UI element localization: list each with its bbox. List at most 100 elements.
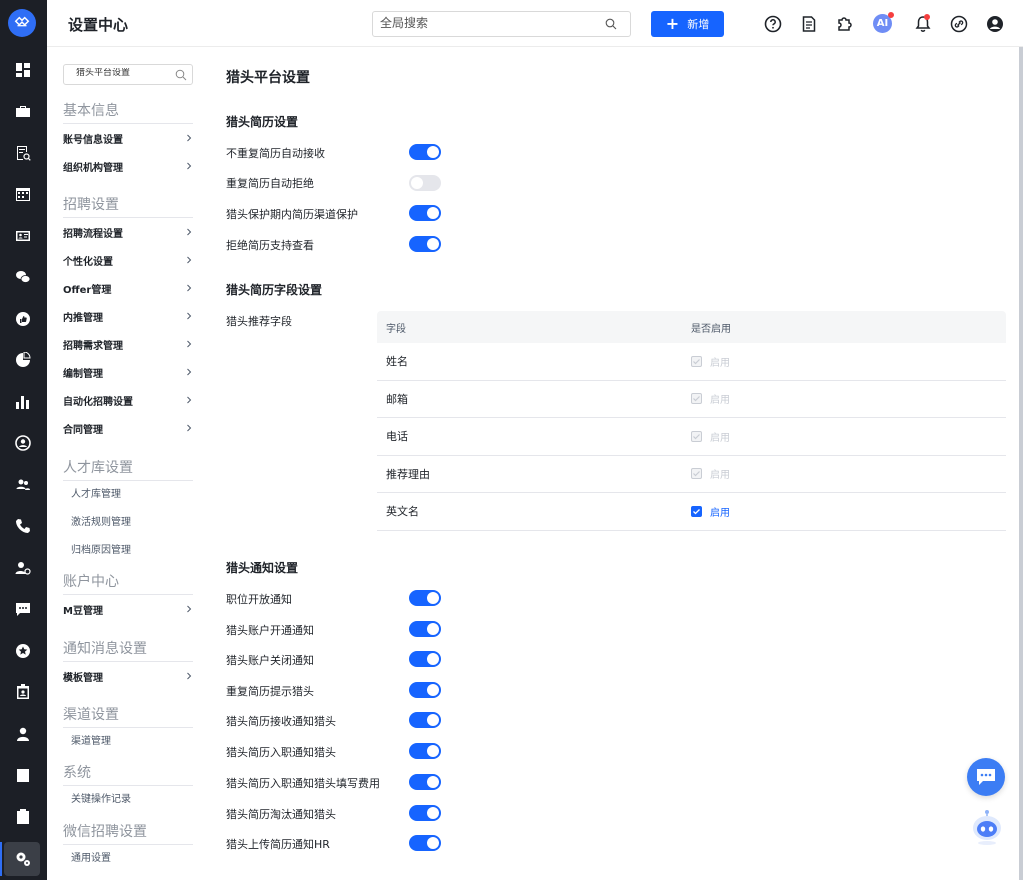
document-list-icon[interactable] <box>14 808 31 825</box>
sidebar-item-label: 招聘流程设置 <box>63 228 123 240</box>
toggle-switch[interactable] <box>409 236 441 252</box>
chevron-right-icon <box>187 368 192 376</box>
field-name: 推荐理由 <box>386 467 430 481</box>
setting-label: 猎头简历接收通知猎头 <box>226 715 336 728</box>
wechat-icon[interactable] <box>14 268 31 285</box>
sidebar-item-mbean[interactable]: M豆管理 <box>63 600 193 618</box>
robot-assistant-button[interactable] <box>970 808 1004 846</box>
badge-icon[interactable] <box>14 683 31 700</box>
sidebar-item-activation[interactable]: 激活规则管理 <box>71 513 131 528</box>
column-header: 是否启用 <box>691 323 731 335</box>
sidebar-item-general[interactable]: 通用设置 <box>71 849 111 864</box>
toggle-switch[interactable] <box>409 621 441 637</box>
robot-icon <box>973 810 1001 845</box>
global-search[interactable] <box>372 11 631 37</box>
chat-support-button[interactable] <box>967 758 1005 796</box>
page-header-title: 设置中心 <box>68 16 129 34</box>
plugin-icon[interactable] <box>835 14 854 33</box>
field-name: 英文名 <box>386 505 419 519</box>
toggle-switch[interactable] <box>409 712 441 728</box>
enable-label[interactable]: 启用 <box>710 504 730 519</box>
recommend-fields-label: 猎头推荐字段 <box>226 315 292 328</box>
sidebar-search-input[interactable] <box>76 68 171 78</box>
logo-icon <box>14 16 30 27</box>
document-icon[interactable] <box>799 14 818 33</box>
thumb-up-icon[interactable] <box>14 310 31 327</box>
toggle-switch[interactable] <box>409 205 441 221</box>
user-settings-icon[interactable] <box>14 559 31 576</box>
phone-icon[interactable] <box>14 517 31 534</box>
scrollbar[interactable] <box>1019 47 1023 880</box>
link-icon[interactable] <box>949 14 968 33</box>
setting-label: 重复简历提示猎头 <box>226 685 314 698</box>
pie-chart-icon[interactable] <box>14 351 31 368</box>
sidebar-item-offer[interactable]: Offer管理 <box>63 279 193 297</box>
users-icon[interactable] <box>14 476 31 493</box>
page-title: 猎头平台设置 <box>226 70 310 86</box>
sidebar-item-process[interactable]: 招聘流程设置 <box>63 223 193 241</box>
sidebar-item-oplog[interactable]: 关键操作记录 <box>71 790 131 805</box>
enable-checkbox <box>691 468 702 480</box>
account-avatar-icon[interactable] <box>985 14 1004 33</box>
enable-label: 启用 <box>710 395 730 407</box>
message-icon[interactable] <box>14 600 31 617</box>
enable-label: 启用 <box>710 470 730 482</box>
toggle-switch[interactable] <box>409 682 441 698</box>
toggle-switch[interactable] <box>409 175 441 191</box>
sidebar-item-template[interactable]: 模板管理 <box>63 667 193 685</box>
sidebar-item-personal[interactable]: 个性化设置 <box>63 251 193 269</box>
sidebar-item-account-info[interactable]: 账号信息设置 <box>63 129 193 147</box>
app-rail <box>0 0 47 880</box>
enable-checkbox[interactable] <box>691 505 702 517</box>
chevron-right-icon <box>187 396 192 404</box>
sidebar-item-label: 合同管理 <box>63 424 103 436</box>
sidebar-item-archive[interactable]: 归档原因管理 <box>71 541 131 556</box>
bar-chart-icon[interactable] <box>14 393 31 410</box>
check-icon <box>693 396 700 402</box>
sidebar-item-channel-mgmt[interactable]: 渠道管理 <box>71 732 111 747</box>
sidebar-item-automation[interactable]: 自动化招聘设置 <box>63 391 193 409</box>
calendar-icon[interactable] <box>14 185 31 202</box>
sidebar-item-org[interactable]: 组织机构管理 <box>63 157 193 175</box>
toggle-switch[interactable] <box>409 144 441 160</box>
app-logo[interactable] <box>8 9 36 37</box>
sidebar-item-talent-mgmt[interactable]: 人才库管理 <box>71 485 121 500</box>
chevron-right-icon <box>187 134 192 142</box>
toggle-switch[interactable] <box>409 774 441 790</box>
sidebar-item-contract[interactable]: 合同管理 <box>63 419 193 437</box>
sidebar-search[interactable] <box>63 64 193 85</box>
person-icon[interactable] <box>14 725 31 742</box>
settings-icon[interactable] <box>14 850 31 867</box>
sidebar-item-label: 自动化招聘设置 <box>63 396 133 408</box>
clipboard-icon[interactable] <box>14 766 31 783</box>
sidebar-item-label: 编制管理 <box>63 368 103 380</box>
sidebar-item-demand[interactable]: 招聘需求管理 <box>63 335 193 353</box>
toggle-switch[interactable] <box>409 590 441 606</box>
id-card-icon[interactable] <box>14 227 31 244</box>
briefcase-icon[interactable] <box>14 102 31 119</box>
setting-label: 猎头保护期内简历渠道保护 <box>226 208 358 221</box>
enable-label: 启用 <box>710 357 730 369</box>
global-search-input[interactable] <box>380 16 600 30</box>
enable-label: 启用 <box>710 432 730 444</box>
star-icon[interactable] <box>14 642 31 659</box>
toggle-switch[interactable] <box>409 743 441 759</box>
table-row: 姓名 启用 <box>377 343 1006 381</box>
sidebar-item-referral[interactable]: 内推管理 <box>63 307 193 325</box>
user-circle-icon[interactable] <box>14 434 31 451</box>
resume-search-icon[interactable] <box>14 144 31 161</box>
chevron-right-icon <box>187 256 192 264</box>
dashboard-icon[interactable] <box>14 61 31 78</box>
setting-label: 猎头简历入职通知猎头 <box>226 746 336 759</box>
setting-label: 猎头账户开通通知 <box>226 624 314 637</box>
add-new-button[interactable]: + 新增 <box>651 11 724 37</box>
table-row: 电话 启用 <box>377 418 1006 456</box>
toggle-switch[interactable] <box>409 805 441 821</box>
search-icon[interactable] <box>605 18 617 30</box>
search-icon[interactable] <box>175 69 187 81</box>
sidebar-item-label: 组织机构管理 <box>63 162 123 174</box>
toggle-switch[interactable] <box>409 651 441 667</box>
sidebar-item-headcount[interactable]: 编制管理 <box>63 363 193 381</box>
help-icon[interactable] <box>763 14 782 33</box>
toggle-switch[interactable] <box>409 835 441 851</box>
